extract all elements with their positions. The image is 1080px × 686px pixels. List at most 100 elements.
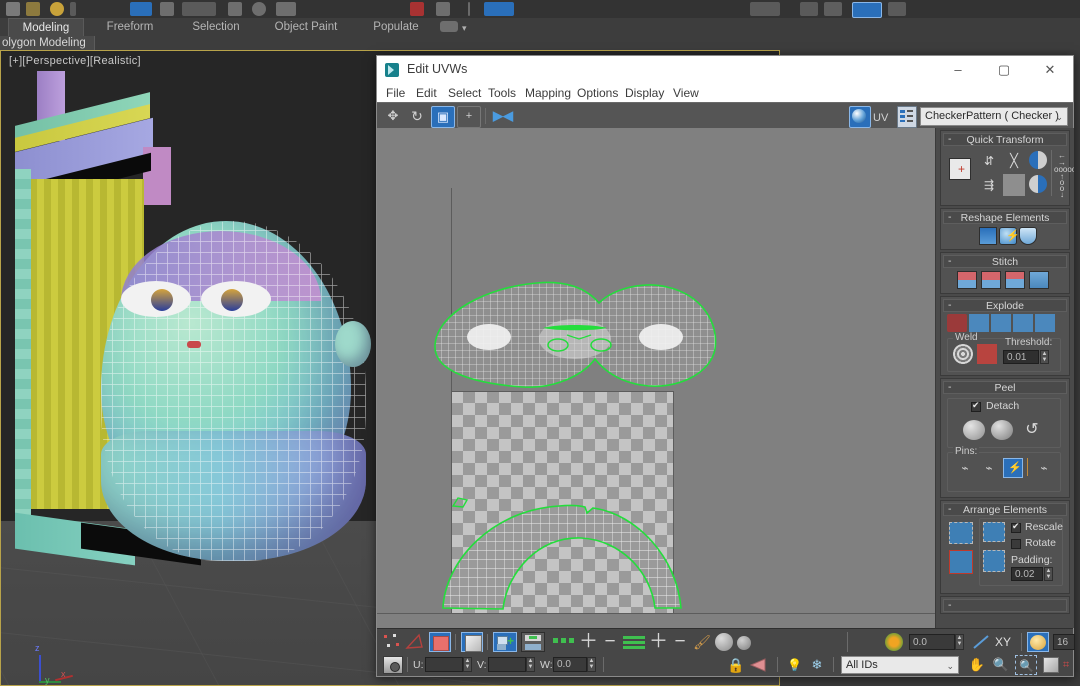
material-dropdown[interactable]: CheckerPattern ( Checker ) ⌄ [920, 107, 1068, 126]
snap-icon[interactable]: ⌗ [1063, 656, 1073, 674]
freeform-mode-icon[interactable]: + [457, 106, 481, 128]
select-object-icon[interactable] [130, 2, 152, 16]
pin-selected-button[interactable]: ⌁ [955, 458, 975, 478]
menu-select[interactable]: Select [448, 84, 481, 102]
edge-distance-field[interactable]: 16 [1053, 634, 1075, 650]
redo-icon[interactable] [26, 2, 40, 16]
ignore-backfacing-icon[interactable] [521, 632, 545, 652]
falloff-spinner[interactable]: ▲▼ [955, 634, 964, 650]
menu-file[interactable]: File [386, 84, 405, 102]
transform-center-icon[interactable] [383, 656, 403, 674]
rollout-header-reshape-elements[interactable]: - Reshape Elements [943, 211, 1067, 224]
ribbon-tab-freeform[interactable]: Freeform [92, 18, 168, 36]
edge-distance-icon[interactable] [1027, 632, 1049, 652]
reset-peel-button[interactable]: ↺ [1021, 420, 1043, 440]
select-element-minus-icon[interactable]: − [601, 633, 619, 651]
curve-editor-icon[interactable] [750, 2, 780, 16]
padding-spinner[interactable]: ▲▼ [1044, 567, 1053, 581]
paint-brush-icon[interactable] [715, 633, 733, 651]
align-diagonal-button[interactable]: ╳ [1003, 150, 1025, 172]
rotate-checkbox[interactable] [1011, 539, 1021, 549]
weld-threshold-spinner[interactable]: ▲▼ [1040, 350, 1049, 364]
face-subobject-icon[interactable] [429, 632, 451, 652]
break-by-material-id-button[interactable] [991, 314, 1011, 332]
zoom-icon[interactable]: 🔍 [991, 656, 1011, 674]
ribbon-overflow-caret-icon[interactable]: ▾ [462, 23, 467, 34]
named-selection-icon[interactable] [410, 2, 424, 16]
rotate-90-ccw-button[interactable] [1029, 175, 1047, 193]
weld-selected-button[interactable] [953, 344, 973, 364]
expand-selection-icon[interactable] [623, 634, 645, 649]
menu-edit[interactable]: Edit [416, 84, 437, 102]
rotate-90-cw-button[interactable] [1029, 151, 1047, 169]
menu-display[interactable]: Display [625, 84, 664, 102]
ribbon-subtab-polygon-modeling[interactable]: olygon Modeling [0, 36, 95, 50]
grow-selection-icon[interactable]: ＋ [649, 633, 667, 651]
light-icon[interactable]: 💡 [787, 656, 801, 674]
select-region-icon[interactable] [160, 2, 174, 16]
padding-field[interactable]: 0.02 [1011, 567, 1043, 581]
uvw-title-bar[interactable]: Edit UVWs – ▢ ✕ [377, 56, 1073, 84]
shrink-selection-icon[interactable]: − [671, 633, 689, 651]
mirror-icon[interactable] [436, 2, 450, 16]
element-subobject-icon[interactable] [461, 632, 483, 652]
zoom-extents-icon[interactable] [1041, 656, 1061, 674]
filter-selected-faces-icon[interactable]: + [493, 632, 517, 652]
break-by-angle-button[interactable] [969, 314, 989, 332]
quick-peel-button[interactable] [963, 420, 985, 440]
relax-quick-button[interactable]: ⚡ [999, 227, 1017, 245]
paint-select-icon[interactable]: 🖌 [693, 633, 711, 651]
edge-subobject-icon[interactable] [405, 633, 425, 651]
edit-uvws-window[interactable]: Edit UVWs – ▢ ✕ File Edit Select Tools M… [376, 55, 1074, 677]
space-vertical-button[interactable]: ↑oo↓ [1057, 174, 1067, 194]
pack-tight-button[interactable] [949, 550, 973, 574]
rotate-icon[interactable] [252, 2, 266, 16]
align-vertical-button[interactable]: ⇶ [977, 174, 1001, 196]
render-setup-icon[interactable] [852, 2, 882, 18]
material-id-filter-dropdown[interactable]: All IDs ⌄ [841, 656, 959, 674]
uv-sphere-icon[interactable] [849, 106, 871, 128]
uv-edit-canvas[interactable] [377, 128, 935, 628]
pack-custom-button[interactable] [983, 522, 1005, 542]
select-by-element-icon[interactable] [553, 638, 575, 643]
ribbon-tab-object-paint[interactable]: Object Paint [262, 18, 350, 36]
soft-selection-icon[interactable] [885, 633, 903, 651]
break-apart-button[interactable] [947, 314, 967, 332]
scale-tool-icon[interactable]: ▣ [431, 106, 455, 128]
falloff-field[interactable]: 0.0 [909, 634, 955, 650]
break-custom-button[interactable] [1035, 314, 1055, 332]
minimize-button[interactable]: – [935, 56, 981, 84]
stitch-custom-button[interactable] [957, 271, 977, 289]
map-list-icon[interactable] [897, 106, 917, 128]
straighten-selection-button[interactable] [979, 227, 997, 245]
zoom-region-icon[interactable]: 🔍 [1015, 655, 1037, 675]
show-map-icon[interactable] [749, 657, 771, 673]
ribbon-tab-modeling[interactable]: Modeling [8, 18, 84, 37]
rollout-header-stitch[interactable]: - Stitch [943, 255, 1067, 268]
menu-view[interactable]: View [673, 84, 699, 102]
undo-icon[interactable] [6, 2, 20, 16]
rollout-header-arrange-elements[interactable]: - Arrange Elements [943, 503, 1067, 516]
align-horizontal-button[interactable]: ⇵ [977, 150, 1001, 172]
freeze-icon[interactable]: ❄ [809, 656, 825, 674]
selection-filter-dropdown[interactable] [182, 2, 216, 16]
filter-pins-button[interactable]: ⚡ [1003, 458, 1023, 478]
rollout-header-explode[interactable]: - Explode [943, 299, 1067, 312]
pack-normalize-button[interactable] [949, 522, 973, 544]
menu-mapping[interactable]: Mapping [525, 84, 571, 102]
rotate-tool-icon[interactable]: ↻ [407, 106, 427, 126]
ribbon-tab-selection[interactable]: Selection [178, 18, 254, 36]
peel-mode-button[interactable] [991, 420, 1013, 440]
falloff-curve-icon[interactable] [971, 633, 991, 651]
rollout-header-peel[interactable]: - Peel [943, 381, 1067, 394]
pan-icon[interactable]: ✋ [967, 656, 987, 674]
axis-label[interactable]: XY [995, 634, 1017, 650]
stitch-diagonal-button[interactable] [1029, 271, 1049, 289]
rollout-header-element-properties[interactable]: - [943, 599, 1067, 612]
break-by-smoothing-group-button[interactable] [1013, 314, 1033, 332]
select-link-icon[interactable] [50, 2, 64, 16]
vertex-subobject-icon[interactable] [383, 633, 401, 651]
rescale-checkbox[interactable] [1011, 523, 1021, 533]
weld-threshold-field[interactable]: 0.01 [1003, 350, 1039, 364]
flatten-map-button[interactable] [1003, 174, 1025, 196]
